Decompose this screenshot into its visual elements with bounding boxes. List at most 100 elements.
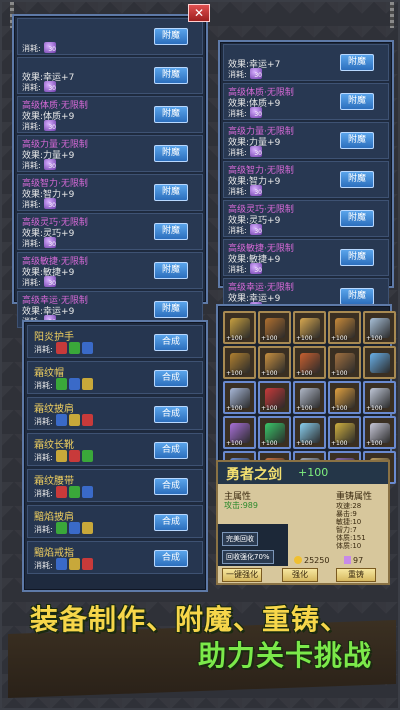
craft-item-name: 霜纹长靴 <box>34 440 74 451</box>
one-key-strengthen-button[interactable]: 一键强化 <box>222 568 262 582</box>
gem-cost-icon: 30 <box>250 224 262 235</box>
craft-item-name: 霜纹帽 <box>34 368 64 379</box>
craft-button[interactable]: 合成 <box>154 334 188 351</box>
craft-button[interactable]: 合成 <box>154 514 188 531</box>
inventory-slot[interactable]: +100 <box>328 381 361 414</box>
enchant-row: 高级灵巧·无限制 效果:灵巧+9 消耗: 30 附魔 <box>223 200 389 237</box>
cost-label: 消耗: <box>22 122 41 131</box>
enchant-row: 效果:幸运+7 消耗: 30 附魔 <box>17 57 203 94</box>
gold-counter: 25250 <box>294 556 329 565</box>
inventory-slot[interactable]: +100 <box>293 381 326 414</box>
enchant-row: 高级敏捷·无限制 效果:敏捷+9 消耗: 30 附魔 <box>223 239 389 276</box>
enchant-button[interactable]: 附魔 <box>340 288 374 305</box>
inventory-slot[interactable]: +100 <box>328 346 361 379</box>
enchant-row: 高级灵巧·无限制 效果:灵巧+9 消耗: 30 附魔 <box>17 213 203 250</box>
craft-row: 阳炎护手 消耗: 合成 <box>27 325 203 358</box>
item-level-tag: +100 <box>331 440 348 447</box>
item-level-tag: +100 <box>296 370 313 377</box>
item-level-tag: +100 <box>366 405 383 412</box>
cost-label: 消耗: <box>228 148 247 157</box>
cost-label: 消耗: <box>34 525 53 534</box>
material-list <box>56 378 93 390</box>
gem-amount: 97 <box>353 556 364 565</box>
material-icon <box>56 414 67 426</box>
craft-button[interactable]: 合成 <box>154 442 188 459</box>
enchant-button[interactable]: 附魔 <box>340 132 374 149</box>
enchant-row: 效果:幸运+7 消耗: 30 附魔 <box>223 44 389 81</box>
item-level-tag: +100 <box>366 440 383 447</box>
inventory-slot[interactable]: +100 <box>223 381 256 414</box>
inventory-slot[interactable]: +100 <box>363 416 396 449</box>
item-level-tag: +100 <box>226 405 243 412</box>
material-list <box>56 486 93 498</box>
gem-cost-icon: 30 <box>250 263 262 274</box>
enchant-button[interactable]: 附魔 <box>154 262 188 279</box>
cost-label: 消耗: <box>34 345 53 354</box>
item-level-tag: +100 <box>261 335 278 342</box>
inventory-slot[interactable]: +100 <box>223 311 256 344</box>
item-level: +100 <box>298 466 329 479</box>
attack-value: 攻击:989 <box>224 501 258 510</box>
perfect-recycle-button[interactable]: 完美回收 <box>222 532 258 546</box>
cost-label: 消耗: <box>228 70 247 79</box>
inventory-slot[interactable]: +100 <box>258 381 291 414</box>
cost-label: 消耗: <box>22 161 41 170</box>
stat-line: 体质:10 <box>336 542 362 550</box>
material-icon <box>69 558 80 570</box>
inventory-slot[interactable]: +100 <box>223 416 256 449</box>
cost-label: 消耗: <box>228 187 247 196</box>
inventory-slot[interactable]: +100 <box>258 311 291 344</box>
material-icon <box>56 522 67 534</box>
recycle-strengthen-button[interactable]: 回收强化70% <box>222 550 274 564</box>
inventory-slot[interactable]: +100 <box>293 311 326 344</box>
material-icon <box>69 522 80 534</box>
inventory-slot[interactable]: +100 <box>328 416 361 449</box>
gold-coin-icon <box>294 556 302 564</box>
inventory-slot[interactable]: +100 <box>223 346 256 379</box>
gem-cost-icon: 30 <box>44 159 56 170</box>
enchant-button[interactable]: 附魔 <box>154 106 188 123</box>
cost-label: 消耗: <box>22 239 41 248</box>
material-list <box>56 342 93 354</box>
recast-button[interactable]: 重铸 <box>336 568 376 582</box>
enchant-button[interactable]: 附魔 <box>154 301 188 318</box>
craft-row: 黯焰披肩 消耗: 合成 <box>27 505 203 538</box>
inventory-slot[interactable]: +100 <box>258 416 291 449</box>
enchant-button[interactable]: 附魔 <box>154 28 188 45</box>
enchant-row: 高级力量·无限制 效果:力量+9 消耗: 30 附魔 <box>17 135 203 172</box>
inventory-slot[interactable] <box>363 346 396 379</box>
enchant-row: 高级体质·无限制 效果:体质+9 消耗: 30 附魔 <box>17 96 203 133</box>
inventory-slot[interactable]: +100 <box>258 346 291 379</box>
enchant-button[interactable]: 附魔 <box>340 210 374 227</box>
enchant-button[interactable]: 附魔 <box>154 184 188 201</box>
craft-button[interactable]: 合成 <box>154 550 188 567</box>
inventory-slot[interactable]: +100 <box>328 311 361 344</box>
material-icon <box>69 342 80 354</box>
inventory-slot[interactable]: +100 <box>363 311 396 344</box>
inventory-slot[interactable]: +100 <box>293 346 326 379</box>
strengthen-button[interactable]: 强化 <box>282 568 318 582</box>
craft-button[interactable]: 合成 <box>154 478 188 495</box>
material-icon <box>69 450 80 462</box>
enchant-button[interactable]: 附魔 <box>154 223 188 240</box>
close-button[interactable]: ✕ <box>188 4 210 22</box>
cost-label: 消耗: <box>22 278 41 287</box>
craft-button[interactable]: 合成 <box>154 406 188 423</box>
material-icon <box>82 414 93 426</box>
inventory-slot[interactable]: +100 <box>293 416 326 449</box>
banner-line-1: 装备制作、附魔、重铸、 <box>30 603 350 636</box>
craft-button[interactable]: 合成 <box>154 370 188 387</box>
item-level-tag: +100 <box>331 405 348 412</box>
gem-cost-icon: 30 <box>44 42 56 53</box>
enchant-button[interactable]: 附魔 <box>340 171 374 188</box>
enchant-button[interactable]: 附魔 <box>154 67 188 84</box>
inventory-slot[interactable]: +100 <box>363 381 396 414</box>
enchant-button[interactable]: 附魔 <box>340 249 374 266</box>
enchant-button[interactable]: 附魔 <box>340 93 374 110</box>
material-icon <box>56 378 67 390</box>
stat-line: 攻速:28 <box>336 502 362 510</box>
enchant-button[interactable]: 附魔 <box>340 54 374 71</box>
enchant-panel-left: 消耗: 30 附魔 效果:幸运+7 消耗: 30 附魔 高级体质·无限制 效果:体质+9 消耗: 3… <box>12 14 208 328</box>
enchant-button[interactable]: 附魔 <box>154 145 188 162</box>
cost-label: 消耗: <box>22 44 41 53</box>
